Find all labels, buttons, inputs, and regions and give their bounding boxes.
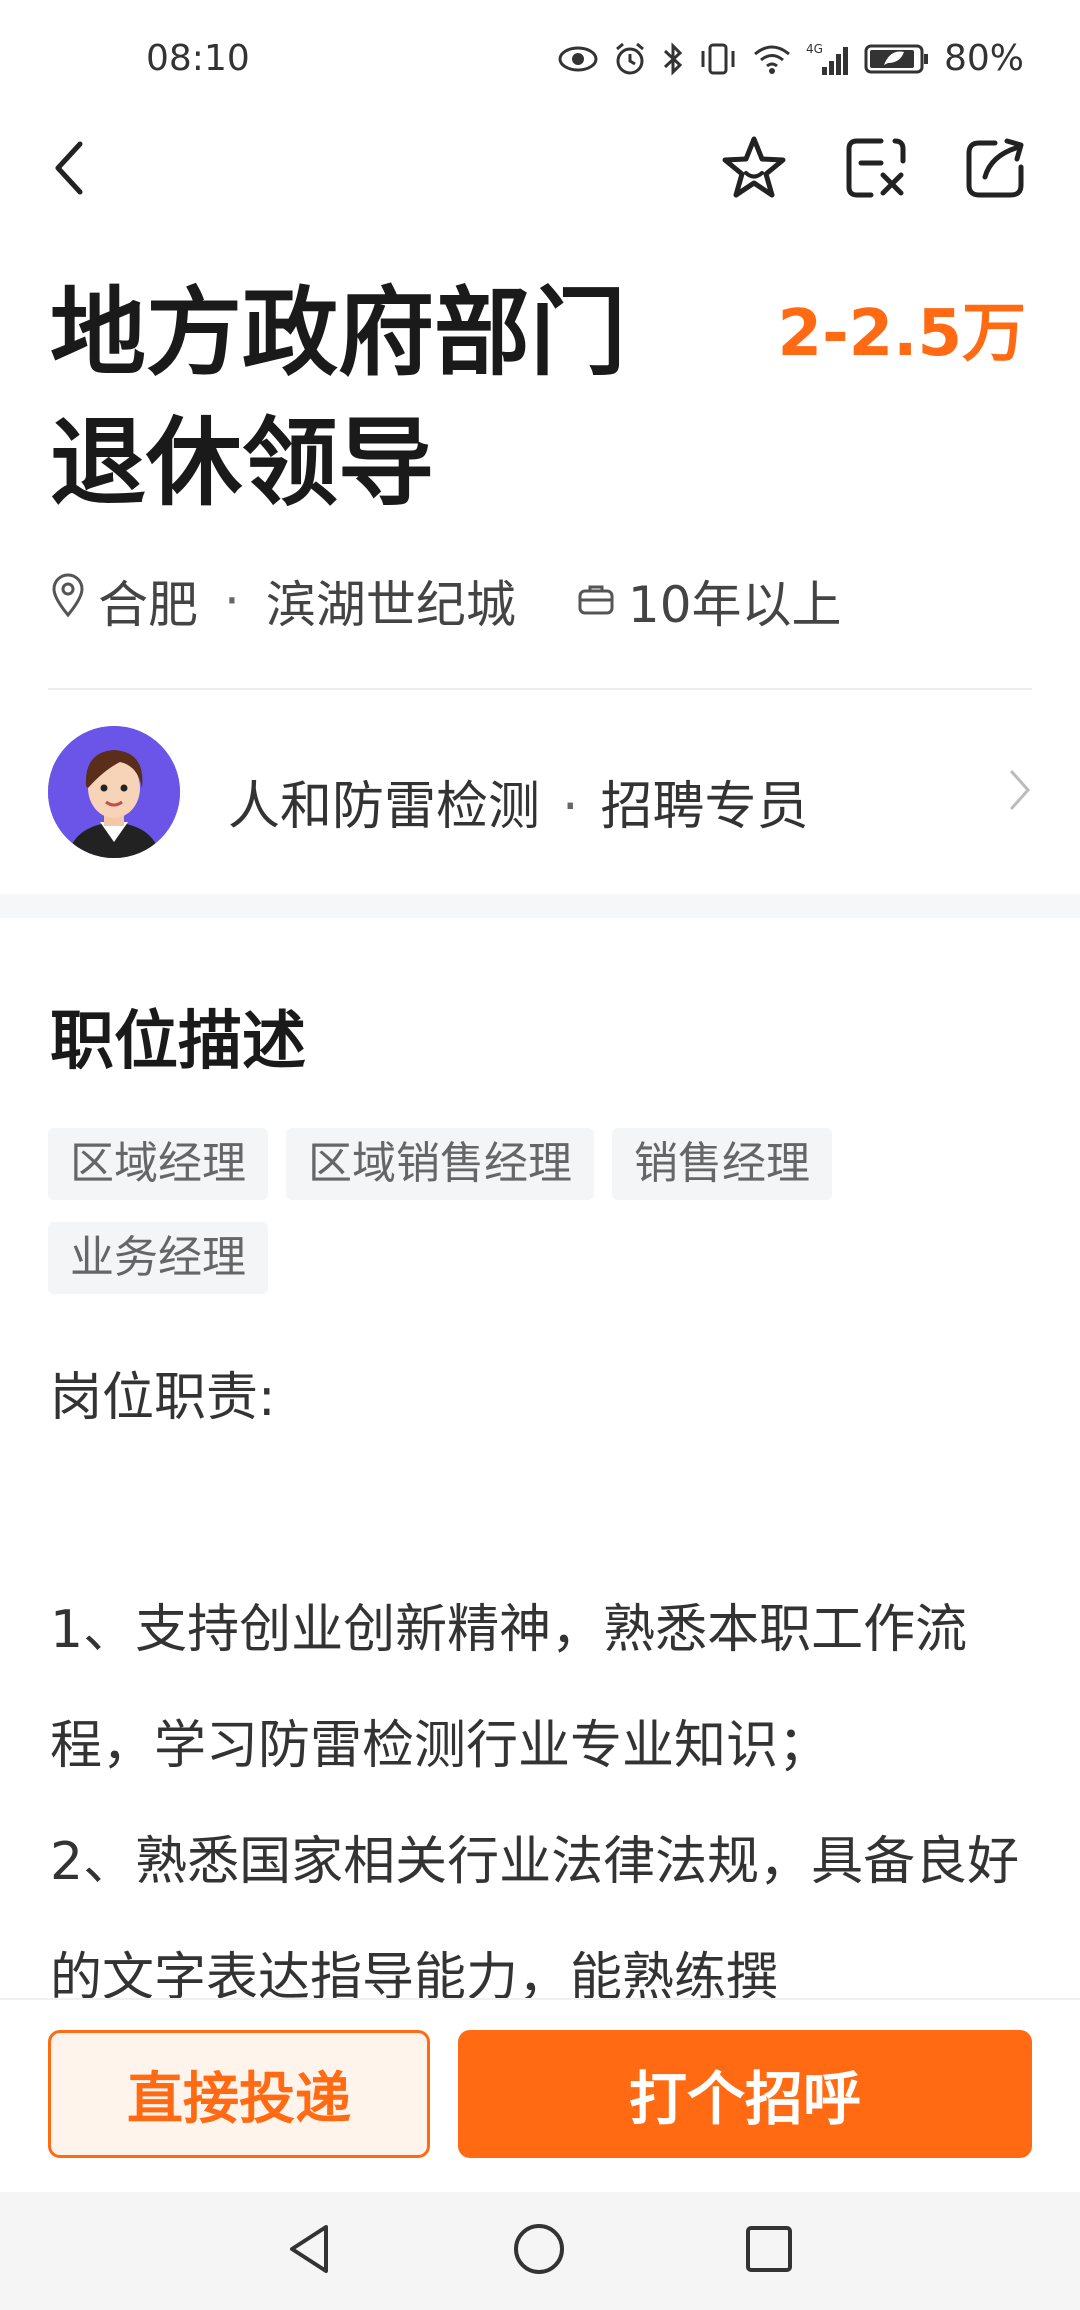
nav-recents-button[interactable] <box>724 2206 814 2296</box>
job-city: 合肥 <box>98 576 198 634</box>
description-title: 职位描述 <box>50 1005 306 1079</box>
bluetooth-icon <box>662 41 684 77</box>
alarm-icon <box>612 41 648 77</box>
chevron-right-icon <box>1008 768 1032 816</box>
nav-back-button[interactable] <box>264 2206 354 2296</box>
job-meta: 合肥 · 滨湖世纪城 10年以上 <box>50 566 842 636</box>
salary: 2-2.5万 <box>777 297 1026 371</box>
triangle-back-icon <box>284 2221 334 2281</box>
skill-tag: 区域销售经理 <box>286 1128 594 1200</box>
battery-icon <box>864 43 930 75</box>
eye-icon <box>558 44 598 74</box>
vibrate-icon <box>698 41 738 77</box>
battery-percent: 80% <box>943 38 1024 79</box>
report-icon <box>841 133 911 207</box>
share-icon <box>961 133 1031 207</box>
status-time: 08:10 <box>146 38 250 79</box>
wifi-icon <box>752 43 792 75</box>
action-bar: 直接投递 打个招呼 <box>0 1998 1080 2194</box>
recruiter-info: 人和防雷检测 · 招聘专员 <box>228 764 809 839</box>
top-toolbar <box>0 120 1080 220</box>
recruiter-role: 招聘专员 <box>600 777 809 837</box>
svg-text:4G: 4G <box>806 42 823 56</box>
recruiter-avatar <box>48 726 180 858</box>
nav-home-button[interactable] <box>494 2206 584 2296</box>
status-icons: 4G 80% <box>558 38 1024 79</box>
skill-tag: 区域经理 <box>48 1128 268 1200</box>
favorite-icon <box>719 133 789 207</box>
square-recents-icon <box>743 2223 795 2279</box>
job-description-text: 岗位职责: 1、支持创业创新精神，熟悉本职工作流程，学习防雷检测行业专业知识； … <box>50 1368 1020 2008</box>
divider <box>48 688 1032 690</box>
job-experience: 10年以上 <box>627 576 842 634</box>
skill-tag: 销售经理 <box>612 1128 832 1200</box>
meta-separator: · <box>224 572 240 630</box>
cellular-signal-icon: 4G <box>806 41 850 77</box>
job-title: 地方政府部门退休领导 <box>50 277 626 519</box>
recruiter-separator: · <box>562 777 579 837</box>
system-nav-bar <box>0 2192 1080 2310</box>
recruiter-company: 人和防雷检测 <box>228 777 541 837</box>
back-icon <box>50 138 90 202</box>
location-pin-icon <box>50 572 98 630</box>
back-button[interactable] <box>30 130 110 210</box>
circle-home-icon <box>511 2221 567 2281</box>
recruiter-row[interactable]: 人和防雷检测 · 招聘专员 <box>48 726 1032 860</box>
skill-tags: 区域经理 区域销售经理 销售经理 业务经理 <box>48 1128 998 1294</box>
section-spacer <box>0 894 1080 918</box>
briefcase-icon <box>576 572 628 630</box>
share-button[interactable] <box>956 130 1036 210</box>
greet-button[interactable]: 打个招呼 <box>458 2030 1032 2158</box>
apply-button[interactable]: 直接投递 <box>48 2030 430 2158</box>
job-district: 滨湖世纪城 <box>265 576 516 634</box>
status-bar: 08:10 4G 80% <box>0 0 1080 120</box>
favorite-button[interactable] <box>714 130 794 210</box>
not-interested-button[interactable] <box>836 130 916 210</box>
skill-tag: 业务经理 <box>48 1222 268 1294</box>
